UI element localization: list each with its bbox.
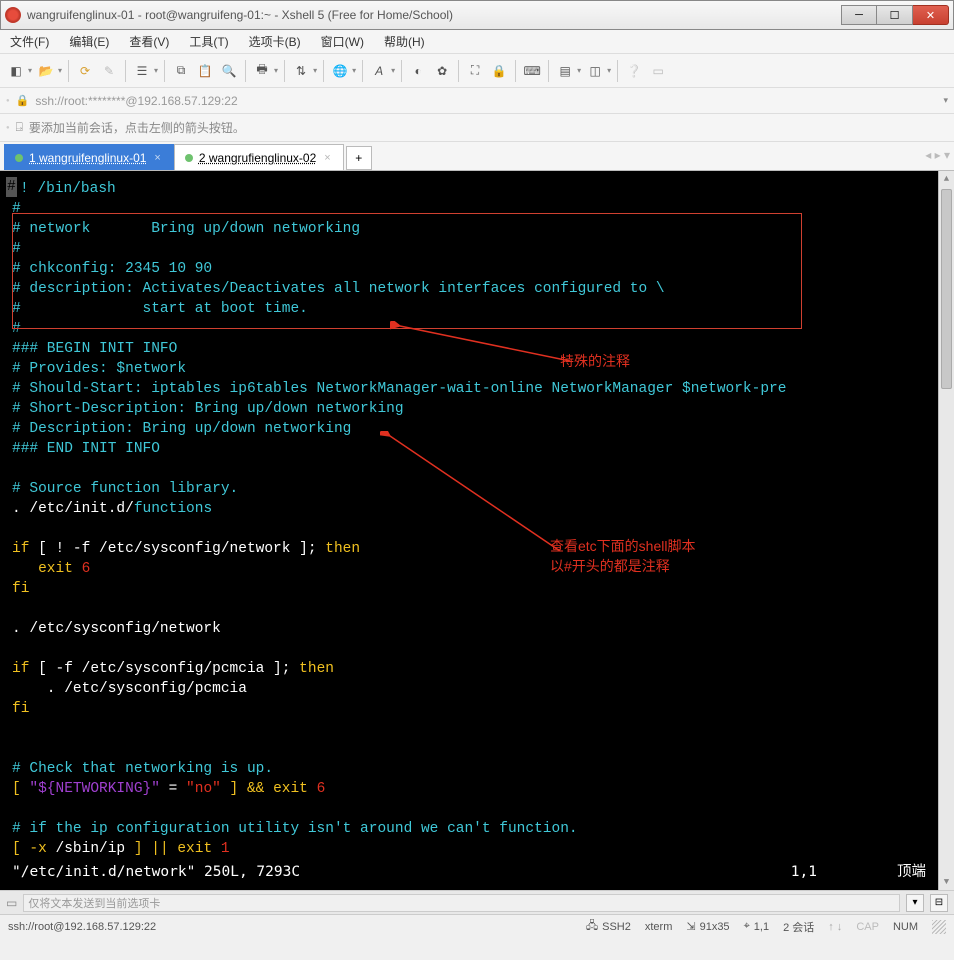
font-icon[interactable]: A xyxy=(369,61,389,81)
properties-icon[interactable]: ☰ xyxy=(132,61,152,81)
menu-tabs[interactable]: 选项卡(B) xyxy=(245,31,305,52)
toolbar: ◧▾ 📂▾ ⟳ ✎ ☰▾ ⧉ 📋 🔍 🖶▾ ⇅▾ 🌐▾ A▾ ◐ ✿ ⛶ 🔒 ⌨… xyxy=(0,54,954,88)
status-dot-icon xyxy=(15,154,23,162)
terminal-view[interactable]: # ! /bin/bash # # network Bring up/down … xyxy=(0,170,954,890)
layout-icon[interactable]: ▤ xyxy=(555,61,575,81)
menu-help[interactable]: 帮助(H) xyxy=(380,31,429,52)
status-ssh: 🖧 SSH2 xyxy=(586,917,631,936)
resize-grip-icon[interactable] xyxy=(932,920,946,934)
help-icon[interactable]: ❔ xyxy=(624,61,644,81)
open-icon[interactable]: 📂 xyxy=(36,61,56,81)
compose-dropdown-icon[interactable]: ▾ xyxy=(906,894,924,912)
menu-tools[interactable]: 工具(T) xyxy=(185,31,232,52)
compose-prefix-icon[interactable]: ▭ xyxy=(6,896,17,910)
tab-session-2[interactable]: 2 wangrufienglinux-02 × xyxy=(174,144,344,170)
paste-icon[interactable]: 📋 xyxy=(195,61,215,81)
window-controls: ─ ☐ ✕ xyxy=(841,5,949,25)
tab-add-button[interactable]: + xyxy=(346,146,372,170)
find-icon[interactable]: 🔍 xyxy=(219,61,239,81)
print-icon[interactable]: 🖶 xyxy=(252,61,272,81)
tab-close-icon[interactable]: × xyxy=(152,152,162,164)
window-title: wangruifenglinux-01 - root@wangruifeng-0… xyxy=(27,8,841,22)
status-bar: ssh://root@192.168.57.129:22 🖧 SSH2 xter… xyxy=(0,914,954,938)
scroll-down-icon[interactable]: ▼ xyxy=(939,874,954,890)
status-cap: CAP xyxy=(856,921,879,933)
highlight-icon[interactable]: ✿ xyxy=(432,61,452,81)
vim-status-line: "/etc/init.d/network" 250L, 7293C 1,1顶端 xyxy=(12,862,926,882)
color-scheme-icon[interactable]: ◐ xyxy=(408,61,428,81)
app-icon xyxy=(5,7,21,23)
reconnect-icon[interactable]: ⟳ xyxy=(75,61,95,81)
tab-close-icon[interactable]: × xyxy=(322,152,332,164)
status-term: xterm xyxy=(645,921,673,933)
tab-nav-arrows[interactable]: ◂ ▸ ▾ xyxy=(925,148,950,162)
terminal-scrollbar[interactable]: ▲ ▼ xyxy=(938,171,954,890)
maximize-button[interactable]: ☐ xyxy=(877,5,913,25)
tab-session-1[interactable]: 1 wangruifenglinux-01 × xyxy=(4,144,174,170)
minimize-button[interactable]: ─ xyxy=(841,5,877,25)
tab-1-label: 1 wangruifenglinux-01 xyxy=(29,151,146,165)
tile-icon[interactable]: ◫ xyxy=(585,61,605,81)
tab-bar: 1 wangruifenglinux-01 × 2 wangrufienglin… xyxy=(0,142,954,170)
status-connection: ssh://root@192.168.57.129:22 xyxy=(8,921,156,933)
compose-bar: ▭ 仅将文本发送到当前选项卡 ▾ ⊟ xyxy=(0,890,954,914)
hint-text: 要添加当前会话，点击左侧的箭头按钮。 xyxy=(29,119,245,136)
fullscreen-icon[interactable]: ⛶ xyxy=(465,61,485,81)
keyboard-icon[interactable]: ⌨ xyxy=(522,61,542,81)
hint-bullet-icon: ● xyxy=(6,125,10,131)
lock-small-icon: 🔒 xyxy=(16,94,30,107)
status-size: ⇲ 91x35 xyxy=(686,920,729,933)
hint-bar: ● ⍈ 要添加当前会话，点击左侧的箭头按钮。 xyxy=(0,114,954,142)
status-updown-icon: ↑ ↓ xyxy=(828,921,842,933)
compose-target-icon[interactable]: ⊟ xyxy=(930,894,948,912)
menu-window[interactable]: 窗口(W) xyxy=(317,31,368,52)
menu-file[interactable]: 文件(F) xyxy=(6,31,53,52)
address-bar: ● 🔒 ssh://root:********@192.168.57.129:2… xyxy=(0,88,954,114)
status-pos: ⌖ 1,1 xyxy=(744,920,770,933)
address-dropdown-icon[interactable]: ▾ xyxy=(943,95,948,106)
copy-icon[interactable]: ⧉ xyxy=(171,61,191,81)
scroll-up-icon[interactable]: ▲ xyxy=(939,171,954,187)
compose-input[interactable]: 仅将文本发送到当前选项卡 xyxy=(23,894,900,912)
addr-bullet-icon: ● xyxy=(6,98,10,104)
menu-edit[interactable]: 编辑(E) xyxy=(65,31,113,52)
new-session-icon[interactable]: ◧ xyxy=(6,61,26,81)
title-bar: wangruifenglinux-01 - root@wangruifeng-0… xyxy=(0,0,954,30)
address-text[interactable]: ssh://root:********@192.168.57.129:22 xyxy=(35,94,237,108)
compose-bar-icon[interactable]: ▭ xyxy=(648,61,668,81)
status-dot-icon xyxy=(185,154,193,162)
transfer-icon[interactable]: ⇅ xyxy=(291,61,311,81)
lock-icon[interactable]: 🔒 xyxy=(489,61,509,81)
tab-2-label: 2 wangrufienglinux-02 xyxy=(199,151,316,165)
hint-arrow-icon[interactable]: ⍈ xyxy=(16,120,23,135)
cursor-hash: # xyxy=(6,177,17,197)
menu-view[interactable]: 查看(V) xyxy=(125,31,173,52)
menu-bar: 文件(F) 编辑(E) 查看(V) 工具(T) 选项卡(B) 窗口(W) 帮助(… xyxy=(0,30,954,54)
status-num: NUM xyxy=(893,921,918,933)
status-sessions: 2 会话 xyxy=(783,919,814,935)
globe-icon[interactable]: 🌐 xyxy=(330,61,350,81)
close-button[interactable]: ✕ xyxy=(913,5,949,25)
disconnect-icon[interactable]: ✎ xyxy=(99,61,119,81)
scroll-thumb[interactable] xyxy=(941,189,952,389)
